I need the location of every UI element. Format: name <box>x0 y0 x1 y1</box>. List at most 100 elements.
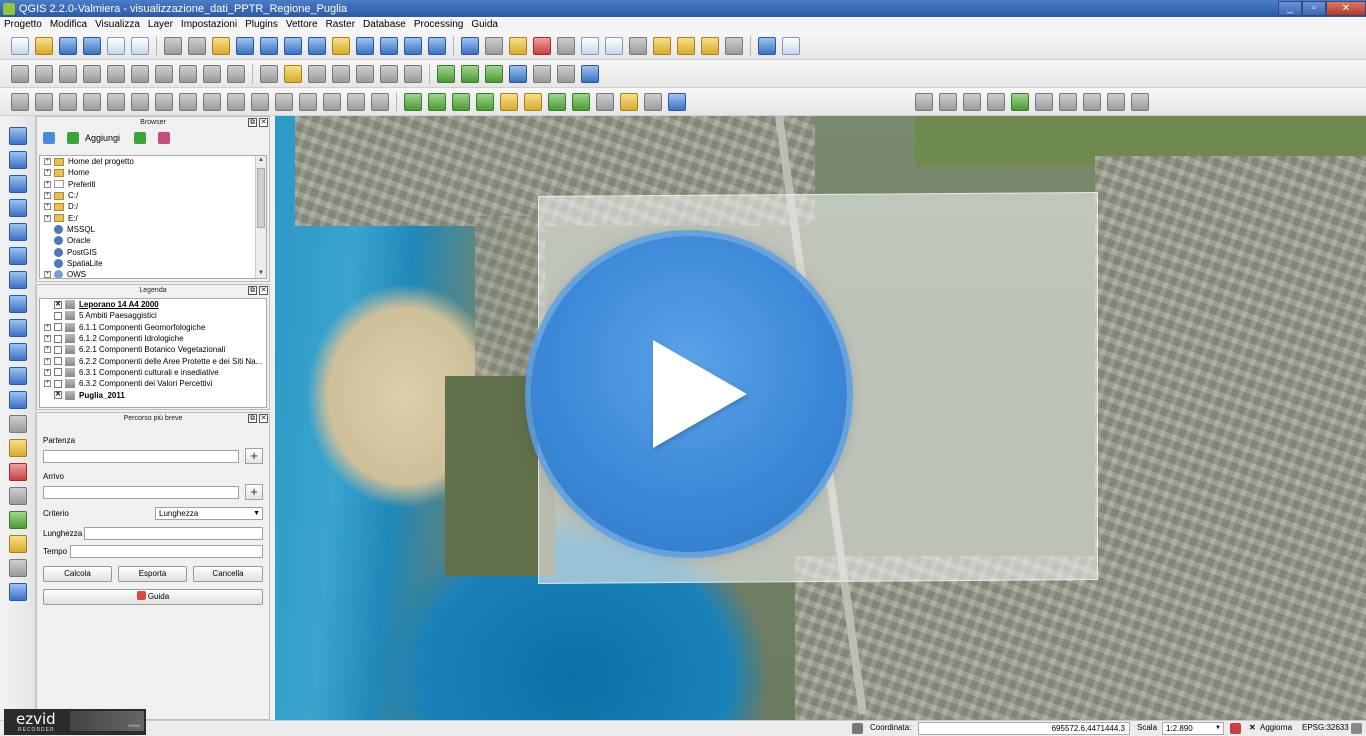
map-tile-icon[interactable] <box>8 583 27 601</box>
tree-item[interactable]: PostGIS <box>40 246 266 257</box>
gps-icon[interactable] <box>548 92 566 111</box>
legend-group[interactable]: +6.2.2 Componenti delle Aree Protette e … <box>40 355 266 366</box>
toggle-editing-icon[interactable] <box>35 64 53 83</box>
tree-item[interactable]: Oracle <box>40 235 266 246</box>
gps-b-icon[interactable] <box>572 92 590 111</box>
menu-raster[interactable]: Raster <box>322 19 359 30</box>
legend-layer[interactable]: 5 Ambiti Paesaggistici <box>40 310 266 321</box>
help-button[interactable]: Guida <box>43 589 263 605</box>
measure-icon[interactable] <box>629 36 647 55</box>
coordinate-toggle-icon[interactable] <box>852 723 863 734</box>
menu-progetto[interactable]: Progetto <box>0 19 46 30</box>
add-part-icon[interactable] <box>83 92 101 111</box>
video-play-button[interactable] <box>531 236 847 552</box>
digitize-b-icon[interactable] <box>939 92 957 111</box>
statistics-icon[interactable] <box>605 36 623 55</box>
add-wms-layer-icon[interactable] <box>8 271 27 289</box>
layer-checkbox[interactable] <box>54 323 62 332</box>
tree-item[interactable]: + E:/ <box>40 212 266 223</box>
collapse-all-icon[interactable] <box>158 132 171 144</box>
simplify-icon[interactable] <box>227 92 245 111</box>
clear-button[interactable]: Cancella <box>193 566 263 582</box>
browser-tree[interactable]: + Home del progetto + Home + Preferiti + C:/… <box>39 155 267 279</box>
new-project-icon[interactable] <box>11 36 29 55</box>
redo-icon[interactable] <box>35 92 53 111</box>
digitize-c-icon[interactable] <box>963 92 981 111</box>
layer-checkbox[interactable] <box>54 379 62 388</box>
offset-curve-icon[interactable] <box>203 92 221 111</box>
zoom-to-selection-icon[interactable] <box>332 36 350 55</box>
plugin-c-icon[interactable] <box>485 64 503 83</box>
fill-ring-icon[interactable] <box>107 92 125 111</box>
export-button[interactable]: Esporta <box>118 566 187 582</box>
grid-icon[interactable] <box>596 92 614 111</box>
pan-to-selection-icon[interactable] <box>212 36 230 55</box>
zoom-actual-size-icon[interactable] <box>284 36 302 55</box>
menu-modifica[interactable]: Modifica <box>46 19 91 30</box>
add-vector-layer-icon[interactable] <box>8 127 27 145</box>
rotate-symbols-icon[interactable] <box>347 92 365 111</box>
raster-stretch-icon[interactable] <box>428 92 446 111</box>
add-oracle-layer-icon[interactable] <box>8 247 27 265</box>
delete-part-icon[interactable] <box>155 92 173 111</box>
layer-checkbox[interactable]: ✕ <box>54 391 62 400</box>
snapping-icon[interactable] <box>8 487 27 505</box>
save-as-icon[interactable] <box>83 36 101 55</box>
add-postgis-layer-icon[interactable] <box>8 175 27 193</box>
tree-item[interactable]: + Preferiti <box>40 179 266 190</box>
highlight-icon[interactable] <box>620 92 638 111</box>
map-canvas[interactable] <box>275 116 1366 720</box>
tree-item[interactable]: MSSQL <box>40 224 266 235</box>
tree-item[interactable]: + C:/ <box>40 190 266 201</box>
digitize-g-icon[interactable] <box>1059 92 1077 111</box>
network-icon[interactable] <box>8 511 27 529</box>
zoom-last-icon[interactable] <box>380 36 398 55</box>
current-edits-icon[interactable] <box>11 64 29 83</box>
digitize-a-icon[interactable] <box>915 92 933 111</box>
close-button[interactable]: ✕ <box>1326 1 1366 16</box>
field-calculator-icon[interactable] <box>557 36 575 55</box>
plugin-b-icon[interactable] <box>461 64 479 83</box>
raster-local-icon[interactable] <box>476 92 494 111</box>
merge-attributes-icon[interactable] <box>323 92 341 111</box>
digitize-d-icon[interactable] <box>987 92 1005 111</box>
end-point-input[interactable] <box>43 486 239 499</box>
identify-icon[interactable] <box>461 36 479 55</box>
coordinate-field[interactable]: 695572.6,4471444.3 <box>918 722 1130 735</box>
menu-impostazioni[interactable]: Impostazioni <box>177 19 241 30</box>
layer-labeling-icon[interactable] <box>284 64 302 83</box>
remove-layer-icon[interactable] <box>8 463 27 481</box>
tree-item[interactable]: + OWS <box>40 269 266 278</box>
move-feature-icon[interactable] <box>107 64 125 83</box>
filter-icon[interactable] <box>134 132 147 144</box>
zoom-full-icon[interactable] <box>308 36 326 55</box>
zoom-next-icon[interactable] <box>404 36 422 55</box>
select-features-icon[interactable] <box>509 36 527 55</box>
merge-features-icon[interactable] <box>299 92 317 111</box>
add-raster-layer-icon[interactable] <box>8 151 27 169</box>
menu-processing[interactable]: Processing <box>410 19 467 30</box>
legend-layer[interactable]: ✕ Leporano 14 A4 2000 <box>40 299 266 310</box>
calculate-button[interactable]: Calcola <box>43 566 112 582</box>
raster-stretch-b-icon[interactable] <box>452 92 470 111</box>
maximize-button[interactable]: ▫ <box>1302 1 1326 16</box>
float-panel-icon[interactable]: ⧉ <box>248 118 257 127</box>
legend-group[interactable]: +6.1.1 Componenti Geomorfologiche <box>40 322 266 333</box>
menu-visualizza[interactable]: Visualizza <box>91 19 144 30</box>
change-label-icon[interactable] <box>404 64 422 83</box>
scale-field[interactable]: 1:2.890 ▼ <box>1162 722 1224 735</box>
tree-item[interactable]: + Home <box>40 167 266 178</box>
sum-icon[interactable] <box>668 92 686 111</box>
deselect-icon[interactable] <box>533 36 551 55</box>
plugin-e-icon[interactable] <box>533 64 551 83</box>
rotate-feature-icon[interactable] <box>371 92 389 111</box>
add-mssql-layer-icon[interactable] <box>8 223 27 241</box>
layer-checkbox[interactable] <box>54 311 62 320</box>
log-messages-icon[interactable] <box>1351 723 1362 734</box>
paste-features-icon[interactable] <box>227 64 245 83</box>
reshape-icon[interactable] <box>179 92 197 111</box>
menu-layer[interactable]: Layer <box>144 19 177 30</box>
scroll-down-icon[interactable]: ▼ <box>257 269 265 278</box>
label-toolbar-icon[interactable] <box>260 64 278 83</box>
digitize-e-icon[interactable] <box>1011 92 1029 111</box>
